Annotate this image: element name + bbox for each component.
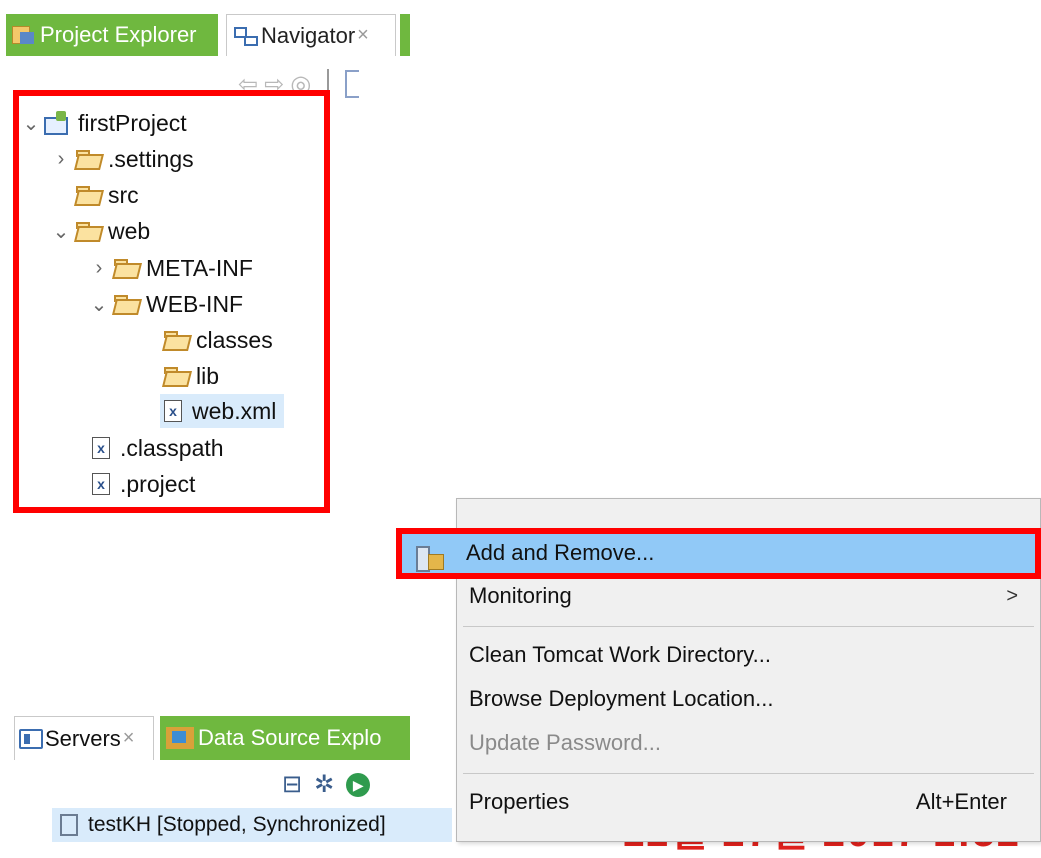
tab-navigator-label: Navigator <box>261 22 356 48</box>
tree-item-label: .project <box>120 470 196 497</box>
tab-servers[interactable]: Servers × <box>14 716 154 760</box>
tree-item-label: web.xml <box>192 397 277 424</box>
tree-item-web-xml[interactable]: x web.xml <box>160 394 285 428</box>
servers-toolbar: ⊟ ✲ ▶ <box>282 770 371 799</box>
folder-icon <box>76 150 102 168</box>
menu-item-update-password: Update Password... <box>457 723 1041 763</box>
chevron-down-icon[interactable]: ⌄ <box>50 219 72 244</box>
tab-data-source-explorer[interactable]: Data Source Explo <box>160 716 410 760</box>
menu-item-label: Clean Tomcat Work Directory... <box>469 642 771 667</box>
chevron-down-icon[interactable]: ⌄ <box>88 292 110 317</box>
tree-item-label: META-INF <box>146 254 253 281</box>
tab-data-source-label: Data Source Explo <box>198 725 382 750</box>
menu-item-monitoring[interactable]: Monitoring > <box>457 576 1041 616</box>
menu-item-label: Monitoring <box>469 583 572 608</box>
collapse-all-icon[interactable]: ⊟ <box>282 770 302 799</box>
tree-item-label: firstProject <box>78 109 187 136</box>
xml-file-icon: x <box>92 473 110 495</box>
tree-item-meta-inf[interactable]: › META-INF <box>88 251 253 285</box>
menu-item-label: Properties <box>469 789 570 814</box>
menu-item-label: Add and Remove... <box>466 540 655 565</box>
tree-item-label: .settings <box>108 145 194 172</box>
menu-separator <box>463 773 1034 774</box>
tree-item-lib[interactable]: lib <box>160 359 219 393</box>
tree-item-project-file[interactable]: x .project <box>88 467 195 501</box>
servers-tab-strip: Servers × Data Source Explo <box>0 712 410 764</box>
folder-icon <box>76 222 102 240</box>
tree-item-classes[interactable]: classes <box>160 323 273 357</box>
tree-item-label: src <box>108 181 139 208</box>
menu-item-browse-deployment[interactable]: Browse Deployment Location... <box>457 679 1041 719</box>
close-icon[interactable]: × <box>357 24 369 47</box>
tab-navigator[interactable]: Navigator × <box>226 14 396 56</box>
chevron-right-icon[interactable]: › <box>88 257 110 280</box>
data-source-icon <box>166 727 194 749</box>
tab-servers-label: Servers <box>45 725 121 751</box>
tree-item-label: lib <box>196 362 220 389</box>
menu-item-label: Browse Deployment Location... <box>469 686 774 711</box>
tree-item-label: WEB-INF <box>146 290 244 317</box>
folder-icon <box>76 186 102 204</box>
tree-item-web-inf[interactable]: ⌄ WEB-INF <box>88 287 244 321</box>
tree-item-label: web <box>108 217 151 244</box>
server-row[interactable]: testKH [Stopped, Synchronized] <box>52 808 452 842</box>
navigator-tab-strip: Project Explorer Navigator × <box>0 0 410 66</box>
xml-file-icon: x <box>92 437 110 459</box>
menu-separator <box>463 626 1034 627</box>
menu-item-properties[interactable]: Properties Alt+Enter <box>457 782 1041 822</box>
folder-icon <box>114 295 140 313</box>
tree-item-web[interactable]: ⌄ web <box>50 214 151 248</box>
tree-item-classpath[interactable]: x .classpath <box>88 431 224 465</box>
close-icon[interactable]: × <box>123 727 135 750</box>
tree-item-src[interactable]: src <box>50 178 139 212</box>
project-explorer-icon <box>10 24 36 46</box>
servers-icon <box>19 728 43 749</box>
menu-item-label: Update Password... <box>469 730 661 755</box>
tree-item-label: classes <box>196 326 273 353</box>
tree-item-label: .classpath <box>120 434 224 461</box>
tab-strip-edge <box>400 14 410 56</box>
chevron-down-icon[interactable]: ⌄ <box>20 111 42 136</box>
folder-icon <box>114 259 140 277</box>
tree-item-settings[interactable]: › .settings <box>50 142 194 176</box>
xml-file-icon: x <box>164 400 182 422</box>
menu-item-clean-tomcat[interactable]: Clean Tomcat Work Directory... <box>457 635 1041 675</box>
navigator-icon <box>233 26 259 46</box>
menu-item-shortcut: Alt+Enter <box>915 789 1007 814</box>
add-remove-icon <box>416 544 444 572</box>
tree-item-project[interactable]: ⌄ firstProject <box>20 106 187 140</box>
tab-project-explorer[interactable]: Project Explorer <box>6 14 218 56</box>
start-server-icon[interactable]: ▶ <box>346 772 371 797</box>
project-icon <box>44 111 70 135</box>
menu-item-add-and-remove[interactable]: Add and Remove... <box>396 528 1041 579</box>
server-row-label: testKH [Stopped, Synchronized] <box>88 813 386 836</box>
tab-project-explorer-label: Project Explorer <box>40 22 197 47</box>
debug-icon[interactable]: ✲ <box>314 770 334 799</box>
server-icon <box>60 814 78 836</box>
collapse-icon[interactable] <box>345 70 360 98</box>
chevron-right-icon[interactable]: › <box>50 148 72 171</box>
chevron-right-icon: > <box>1006 584 1018 607</box>
folder-icon <box>164 367 190 385</box>
folder-icon <box>164 331 190 349</box>
